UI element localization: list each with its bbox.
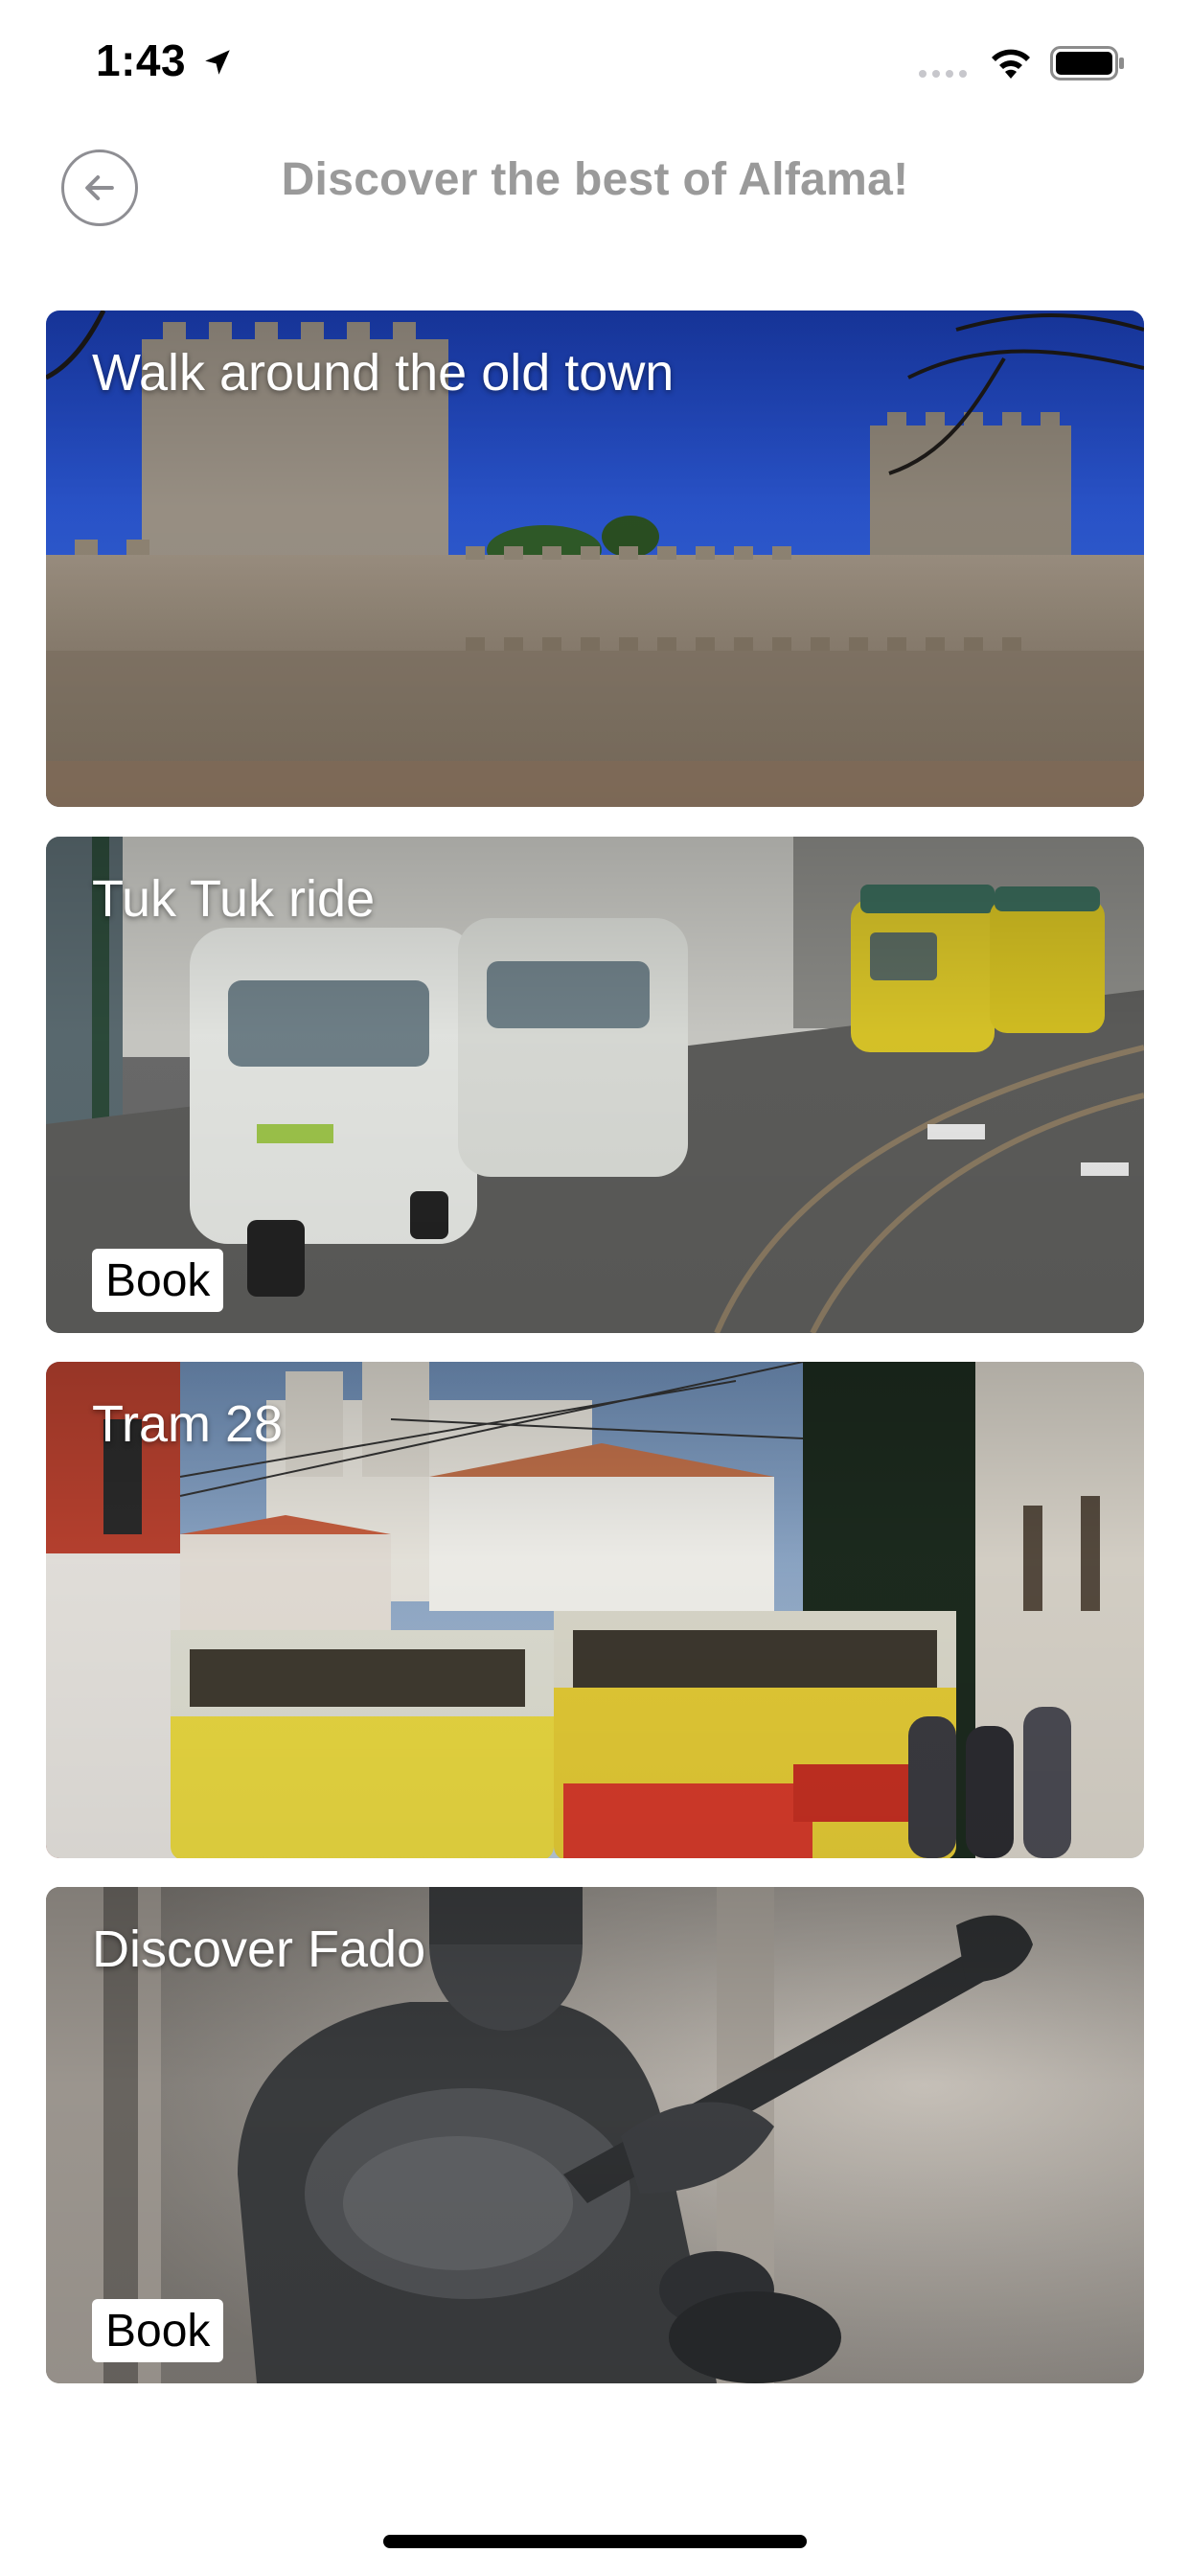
page-title: Discover the best of Alfama! (281, 154, 909, 205)
location-arrow-icon (205, 50, 230, 75)
card-title: Discover Fado (92, 1920, 426, 1978)
cellular-dots-icon (919, 70, 967, 78)
card-title: Walk around the old town (92, 344, 675, 402)
card-title: Tram 28 (92, 1395, 284, 1453)
wifi-icon (992, 49, 1030, 79)
home-indicator[interactable] (383, 2535, 807, 2548)
status-time: 1:43 (96, 35, 187, 85)
battery-icon (1050, 46, 1124, 80)
card-title: Tuk Tuk ride (92, 870, 376, 928)
activity-card-tuk-tuk[interactable]: Tuk Tuk ride Book (46, 837, 1144, 1333)
activity-card-old-town[interactable]: Walk around the old town (46, 310, 1144, 807)
book-button[interactable]: Book (92, 1249, 224, 1312)
activity-card-tram-28[interactable]: Tram 28 (46, 1362, 1144, 1858)
status-bar: 1:43 (0, 0, 1190, 134)
book-button[interactable]: Book (92, 2299, 224, 2362)
activity-card-fado[interactable]: Discover Fado Book (46, 1887, 1144, 2383)
